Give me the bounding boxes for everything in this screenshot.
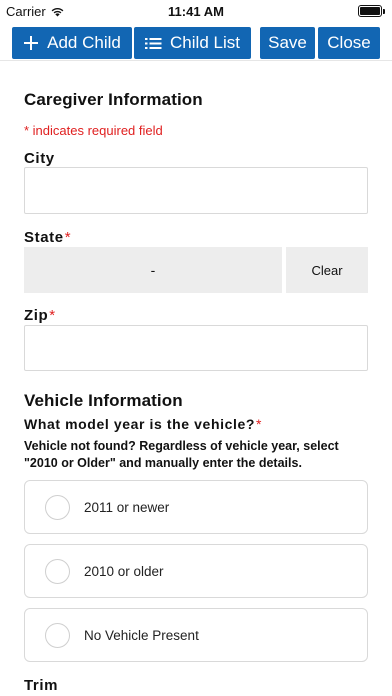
add-child-button[interactable]: Add Child: [12, 27, 132, 59]
state-select[interactable]: -: [24, 247, 282, 293]
radio-button-icon: [45, 622, 70, 648]
radio-option-no-vehicle[interactable]: No Vehicle Present: [24, 608, 368, 662]
state-label: State*: [24, 229, 71, 246]
close-label: Close: [327, 33, 371, 52]
trim-label: Trim: [24, 677, 59, 694]
city-label: City: [24, 150, 55, 167]
required-field-note: * indicates required field: [24, 123, 163, 138]
radio-button-icon: [45, 494, 70, 520]
zip-required-marker: *: [49, 307, 56, 324]
caregiver-section-title: Caregiver Information: [24, 90, 203, 109]
list-icon: [145, 37, 162, 49]
radio-option-2010-or-older[interactable]: 2010 or older: [24, 544, 368, 598]
child-list-button[interactable]: Child List: [134, 27, 251, 59]
zip-label: Zip*: [24, 307, 56, 324]
model-year-required-marker: *: [256, 416, 263, 432]
save-label: Save: [268, 33, 307, 52]
vehicle-section-title: Vehicle Information: [24, 391, 183, 410]
radio-option-label: No Vehicle Present: [84, 627, 199, 643]
radio-option-2011-or-newer[interactable]: 2011 or newer: [24, 480, 368, 534]
state-required-marker: *: [64, 229, 72, 246]
save-button[interactable]: Save: [260, 27, 315, 59]
close-button[interactable]: Close: [318, 27, 380, 59]
radio-option-label: 2011 or newer: [84, 499, 170, 515]
child-list-label: Child List: [170, 33, 240, 52]
top-toolbar: Add Child Child List Save Close: [0, 27, 392, 59]
city-input[interactable]: [24, 167, 368, 214]
zip-input[interactable]: [24, 325, 368, 371]
radio-option-label: 2010 or older: [84, 563, 164, 579]
state-selected-value: -: [150, 262, 156, 278]
vehicle-not-found-hint: Vehicle not found? Regardless of vehicle…: [24, 439, 339, 470]
model-year-question-text: What model year is the vehicle?: [24, 416, 255, 432]
battery-icon: [358, 5, 385, 17]
model-year-question: What model year is the vehicle?*: [24, 416, 262, 432]
zip-label-text: Zip: [24, 307, 49, 324]
status-time: 11:41 AM: [168, 4, 224, 19]
status-bar: Carrier 11:41 AM: [0, 0, 392, 22]
plus-icon: [24, 36, 39, 50]
state-label-text: State: [24, 229, 64, 246]
clear-label: Clear: [311, 262, 343, 278]
add-child-label: Add Child: [47, 33, 121, 52]
state-clear-button[interactable]: Clear: [286, 247, 368, 293]
radio-button-icon: [45, 558, 70, 584]
toolbar-divider: [0, 60, 392, 61]
